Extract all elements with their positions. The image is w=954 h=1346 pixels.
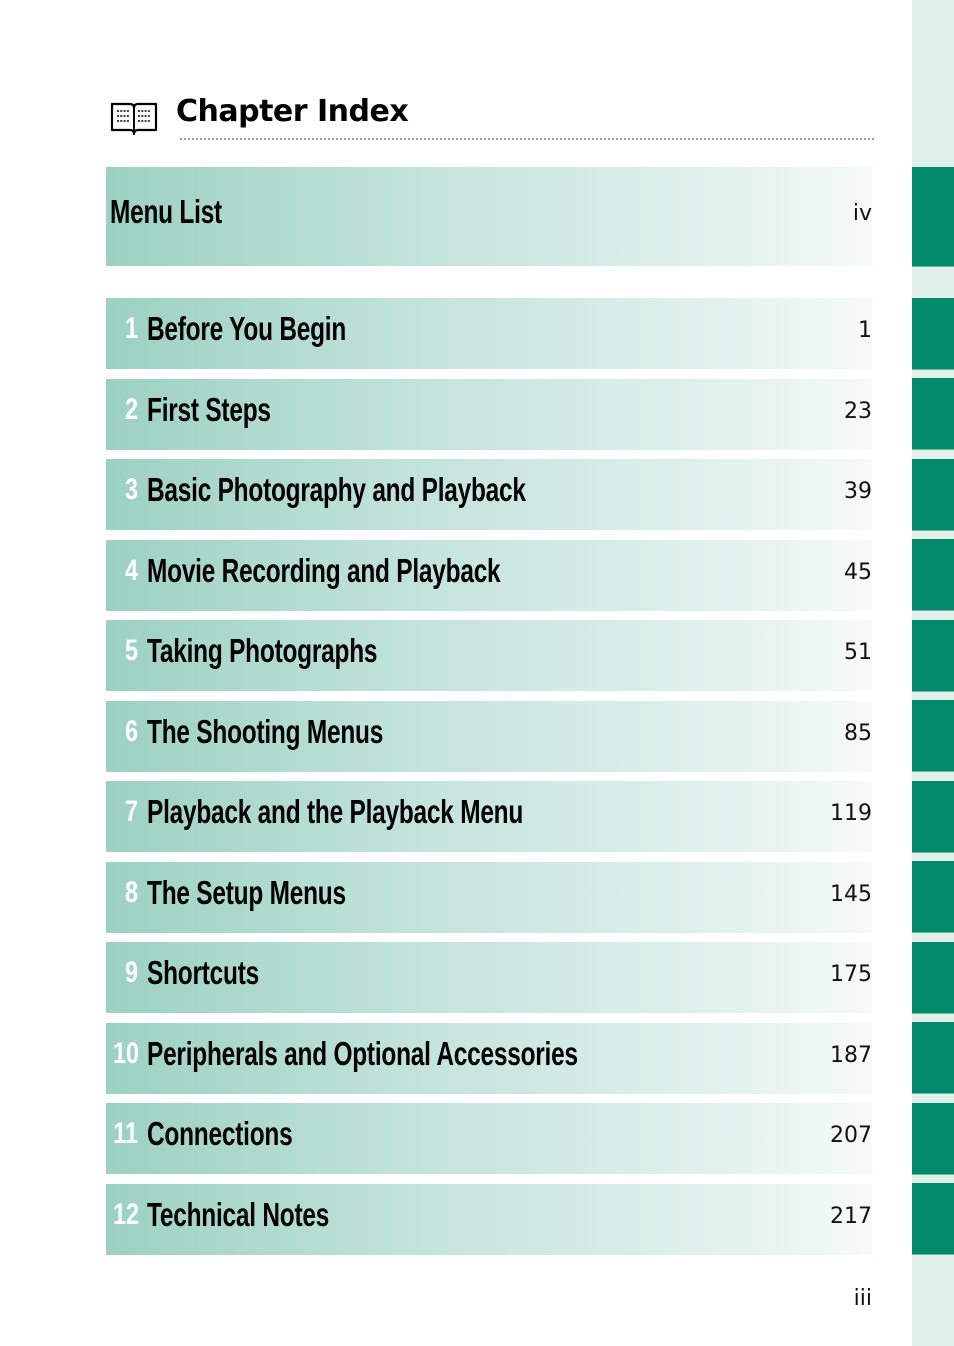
chapter-entry[interactable]: 11 Connections 207	[106, 1103, 872, 1174]
chapter-page: 85	[844, 721, 872, 746]
chapter-page: 23	[844, 399, 872, 424]
chapter-title: Connections	[147, 1115, 293, 1152]
chapter-number: 1	[124, 312, 138, 345]
chapter-number: 4	[124, 554, 138, 587]
page-header: Chapter Index	[108, 94, 874, 140]
chapter-number: 11	[113, 1117, 138, 1150]
chapter-page: 45	[844, 560, 872, 585]
page-title: Chapter Index	[176, 94, 409, 129]
chapter-number: 7	[124, 795, 138, 828]
chapter-title: Peripherals and Optional Accessories	[147, 1035, 578, 1072]
chapter-number: 8	[124, 876, 138, 909]
chapter-entry[interactable]: 12 Technical Notes 217	[106, 1184, 872, 1255]
page-number: iii	[853, 1286, 872, 1311]
chapter-entry[interactable]: 4 Movie Recording and Playback 45	[106, 540, 872, 611]
side-tab-chapter-2[interactable]	[912, 378, 954, 450]
chapter-number: 12	[113, 1198, 140, 1231]
chapter-page: 175	[830, 962, 872, 987]
side-tab-menu-list[interactable]	[912, 167, 954, 267]
chapter-page: 51	[844, 640, 872, 665]
chapter-title: Technical Notes	[147, 1196, 330, 1233]
chapter-title: Before You Begin	[147, 310, 347, 347]
chapter-title: The Shooting Menus	[147, 713, 384, 750]
menu-list-page: iv	[852, 201, 872, 226]
chapter-page: 145	[830, 882, 872, 907]
chapter-entry[interactable]: 2 First Steps 23	[106, 379, 872, 450]
chapter-entry[interactable]: 3 Basic Photography and Playback 39	[106, 459, 872, 530]
chapter-title: Playback and the Playback Menu	[147, 793, 524, 830]
chapter-number: 6	[124, 715, 138, 748]
side-tab-chapter-8[interactable]	[912, 861, 954, 933]
side-tab-chapter-6[interactable]	[912, 700, 954, 772]
chapter-title: Shortcuts	[147, 954, 259, 991]
side-tab-chapter-11[interactable]	[912, 1103, 954, 1175]
chapter-number: 3	[124, 473, 138, 506]
menu-list-entry[interactable]: Menu List iv	[106, 167, 872, 266]
chapter-title: Taking Photographs	[147, 632, 378, 669]
chapter-entry[interactable]: 5 Taking Photographs 51	[106, 620, 872, 691]
chapter-number: 10	[113, 1037, 140, 1070]
side-tab-chapter-1[interactable]	[912, 298, 954, 370]
chapter-number: 2	[124, 393, 138, 426]
side-tab-chapter-9[interactable]	[912, 942, 954, 1014]
chapter-page: 39	[844, 479, 872, 504]
side-tab-chapter-10[interactable]	[912, 1022, 954, 1094]
side-tab-chapter-5[interactable]	[912, 620, 954, 692]
chapter-entry[interactable]: 1 Before You Begin 1	[106, 298, 872, 369]
menu-list-label: Menu List	[110, 193, 222, 230]
chapter-page: 207	[830, 1123, 872, 1148]
title-dotted-rule	[180, 138, 874, 140]
chapter-page: 1	[858, 318, 872, 343]
chapter-entry[interactable]: 7 Playback and the Playback Menu 119	[106, 781, 872, 852]
chapter-page: 187	[830, 1043, 872, 1068]
chapter-title: Movie Recording and Playback	[147, 552, 501, 589]
chapter-entry[interactable]: 8 The Setup Menus 145	[106, 862, 872, 933]
chapter-number: 9	[124, 956, 138, 989]
chapter-entry[interactable]: 10 Peripherals and Optional Accessories 18…	[106, 1023, 872, 1094]
chapter-number: 5	[124, 634, 138, 667]
chapter-page: 119	[830, 801, 872, 826]
side-tab-chapter-7[interactable]	[912, 781, 954, 853]
side-tab-chapter-12[interactable]	[912, 1183, 954, 1255]
side-tab-chapter-3[interactable]	[912, 459, 954, 531]
chapter-page: 217	[830, 1204, 872, 1229]
open-book-icon	[110, 102, 158, 136]
side-tab-chapter-4[interactable]	[912, 539, 954, 611]
chapter-entry[interactable]: 6 The Shooting Menus 85	[106, 701, 872, 772]
chapter-title: The Setup Menus	[147, 874, 346, 911]
chapter-title: First Steps	[147, 391, 271, 428]
chapter-title: Basic Photography and Playback	[147, 471, 526, 508]
chapter-entry[interactable]: 9 Shortcuts 175	[106, 942, 872, 1013]
